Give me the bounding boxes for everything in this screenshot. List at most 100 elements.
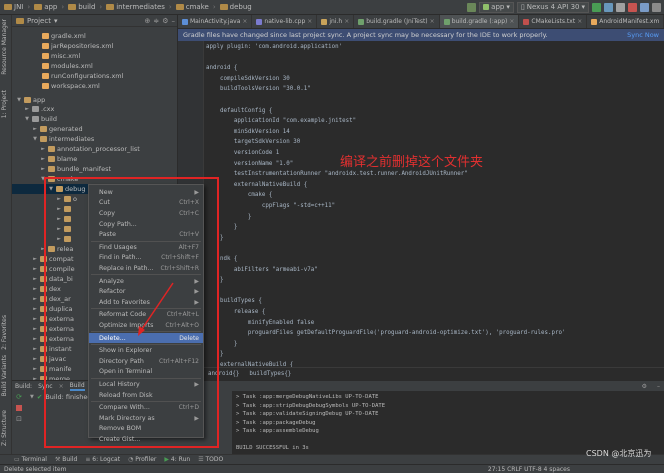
breadcrumb-project[interactable]: JNI [4, 3, 23, 11]
code-line: minifyEnabled false [206, 319, 315, 326]
tree-folder-item[interactable]: ► annotation_processor_list [40, 144, 140, 154]
favorites-tab[interactable]: 2: Favorites [1, 315, 8, 350]
chevron-down-icon[interactable]: ▾ [54, 17, 58, 25]
gear-icon[interactable]: ⚙ [642, 383, 647, 390]
xml-file-icon [42, 33, 49, 39]
run-icon[interactable] [592, 2, 601, 12]
rerun-icon[interactable]: ⟳ [16, 393, 22, 401]
search-icon[interactable] [652, 2, 661, 12]
expand-right-icon[interactable]: ► [32, 264, 38, 274]
tree-item-label: intermediates [49, 135, 95, 143]
expand-down-icon[interactable]: ▼ [16, 95, 22, 105]
locate-icon[interactable]: ⊕ [144, 17, 150, 25]
tree-file-item[interactable]: gradle.xml [34, 31, 86, 41]
expand-down-icon[interactable]: ▼ [32, 134, 38, 144]
tree-folder-item[interactable]: ▼ intermediates [32, 134, 94, 144]
terminal-tab[interactable]: ▭ Terminal [14, 456, 47, 463]
tree-folder-item[interactable]: ► bundle_manifest [40, 164, 111, 174]
expand-right-icon[interactable]: ► [32, 124, 38, 134]
profiler-tab[interactable]: ◔ Profiler [128, 456, 156, 463]
expand-right-icon[interactable]: ► [32, 294, 38, 304]
expand-right-icon[interactable]: ► [24, 104, 30, 114]
close-icon[interactable]: × [242, 18, 247, 25]
expand-right-icon[interactable]: ► [32, 304, 38, 314]
tab-mainactivity[interactable]: MainActivity.java × [178, 15, 253, 28]
expand-right-icon[interactable]: ► [32, 324, 38, 334]
gear-icon[interactable]: ⚙ [162, 17, 168, 25]
sync-now-link[interactable]: Sync Now [627, 31, 659, 39]
breadcrumb-buildtypes[interactable]: buildTypes{} [249, 371, 291, 377]
close-icon[interactable]: × [344, 18, 349, 25]
close-icon[interactable]: × [577, 18, 582, 25]
build-variants-tab[interactable]: Build Variants [1, 355, 8, 396]
tree-file-item[interactable]: workspace.xml [34, 81, 100, 91]
build-tab[interactable]: ⚒ Build [55, 456, 77, 463]
tab-native-lib[interactable]: native-lib.cpp × [252, 15, 318, 28]
breadcrumb-intermediates[interactable]: intermediates [106, 3, 165, 11]
hide-icon[interactable]: – [657, 383, 660, 390]
project-tab[interactable]: 1: Project [1, 90, 8, 118]
stop-icon[interactable] [16, 405, 22, 411]
expand-down-icon[interactable]: ▼ [24, 114, 30, 124]
tree-file-item[interactable]: misc.xml [34, 51, 80, 61]
structure-tab[interactable]: Z: Structure [1, 410, 8, 446]
status-message: Delete selected item [4, 465, 67, 473]
tree-file-item[interactable]: modules.xml [34, 61, 93, 71]
attach-icon[interactable] [616, 2, 625, 12]
tree-file-item[interactable]: runConfigurations.xml [34, 71, 123, 81]
breadcrumb-build[interactable]: build [68, 3, 95, 11]
sync-icon[interactable] [640, 2, 649, 12]
expand-right-icon[interactable]: ► [40, 164, 46, 174]
cpp-file-icon [256, 18, 263, 25]
tree-folder-item[interactable]: ► blame [40, 154, 77, 164]
breadcrumb-cmake[interactable]: cmake [175, 3, 209, 11]
close-icon[interactable]: × [430, 18, 435, 25]
resource-manager-tab[interactable]: Resource Manager [1, 19, 8, 75]
collapse-icon[interactable]: ≑ [153, 17, 159, 25]
project-view-select[interactable]: Project [27, 17, 51, 25]
tree-folder-item[interactable]: ▼ build [24, 114, 57, 124]
hide-icon[interactable]: – [172, 17, 176, 25]
gradle-file-icon [443, 18, 450, 25]
tree-file-item[interactable]: jarRepositories.xml [34, 41, 113, 51]
tree-item-label: bundle_manifest [57, 165, 112, 173]
status-info[interactable]: 27:15 CRLF UTF-8 4 spaces [488, 466, 570, 473]
xml-file-icon [42, 63, 49, 69]
run-tab[interactable]: ▶ 4: Run [164, 456, 190, 463]
code-line: cppFlags "-std=c++11" [206, 203, 336, 209]
xml-file-icon [591, 18, 598, 25]
stop-icon[interactable] [628, 2, 637, 12]
expand-right-icon[interactable]: ► [32, 284, 38, 294]
close-icon[interactable]: × [307, 18, 312, 25]
expand-right-icon[interactable]: ► [32, 344, 38, 354]
run-configuration-select[interactable]: app ▾ [479, 1, 514, 13]
breadcrumb-app[interactable]: app [34, 3, 57, 11]
expand-right-icon[interactable]: ► [40, 154, 46, 164]
tab-androidmanifest[interactable]: AndroidManifest.xm [587, 15, 664, 28]
close-icon[interactable]: × [509, 18, 514, 25]
debug-icon[interactable] [604, 2, 613, 12]
expand-right-icon[interactable]: ► [32, 254, 38, 264]
code-line: minSdkVersion 14 [206, 128, 290, 135]
code-editor[interactable]: apply plugin: 'com.android.application' a… [204, 41, 664, 380]
expand-right-icon[interactable]: ► [32, 364, 38, 374]
hammer-icon[interactable] [467, 2, 477, 12]
pin-icon[interactable]: ⊡ [16, 415, 22, 423]
tab-build-gradle-app[interactable]: build.gradle (:app) × [439, 15, 520, 28]
expand-right-icon[interactable]: ► [32, 314, 38, 324]
tab-jni-h[interactable]: jni.h × [317, 15, 355, 28]
expand-right-icon[interactable]: ► [40, 144, 46, 154]
logcat-tab[interactable]: ≡ 6: Logcat [85, 456, 120, 463]
tab-cmakelists[interactable]: CMakeLists.txt × [519, 15, 588, 28]
breadcrumb-debug[interactable]: debug [219, 3, 252, 11]
tab-build-gradle-project[interactable]: build.gradle (JniTest) × [354, 15, 440, 28]
device-select[interactable]: ▯ Nexus 4 API 30 ▾ [516, 1, 589, 13]
expand-right-icon[interactable]: ► [32, 274, 38, 284]
tree-folder-item[interactable]: ► .cxx [24, 104, 54, 114]
todo-tab[interactable]: ☰ TODO [198, 456, 223, 463]
expand-right-icon[interactable]: ► [32, 334, 38, 344]
expand-right-icon[interactable]: ► [32, 354, 38, 364]
build-output-log[interactable]: > Task :app:mergeDebugNativeLibs UP-TO-D… [232, 391, 664, 454]
tree-folder-item[interactable]: ► generated [32, 124, 83, 134]
tree-item-label: modules.xml [51, 62, 93, 70]
